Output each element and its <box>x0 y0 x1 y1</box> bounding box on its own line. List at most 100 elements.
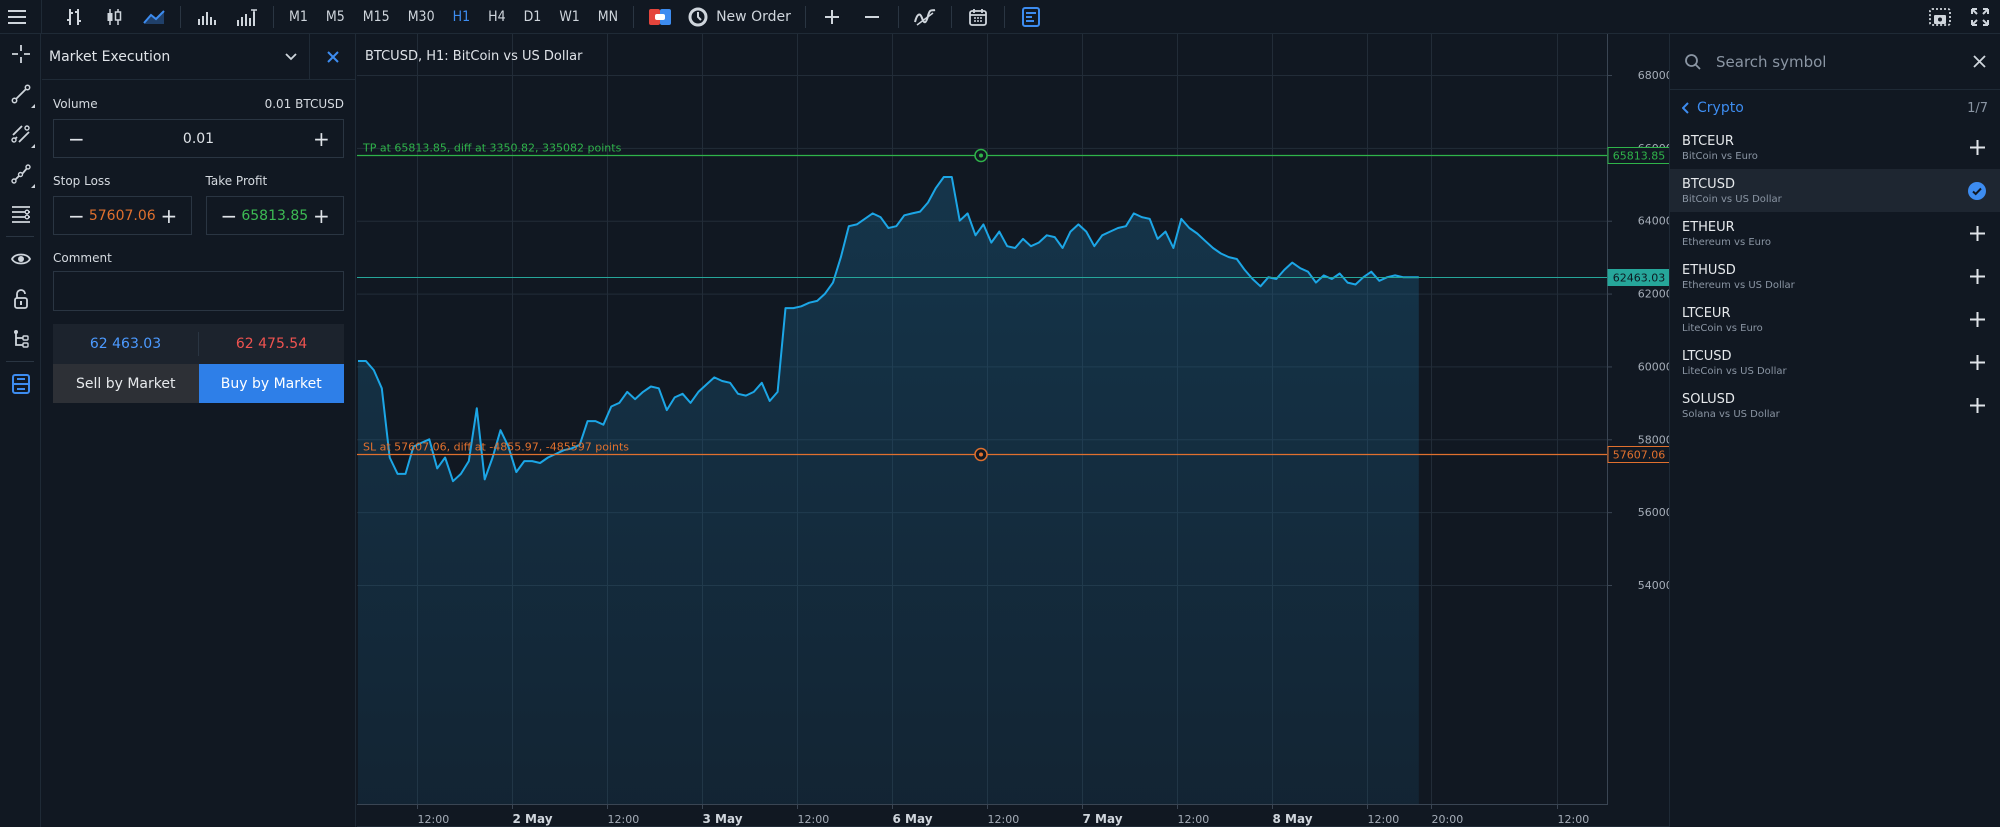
stop-loss-stepper: − 57607.06 + <box>53 196 192 235</box>
polyline-icon <box>10 164 31 184</box>
symbol-description: LiteCoin vs US Dollar <box>1682 365 1787 377</box>
symbol-list-item[interactable]: BTCUSD BitCoin vs US Dollar <box>1670 169 2000 212</box>
stop-loss-input[interactable]: 57607.06 <box>89 208 156 224</box>
symbol-name: BTCEUR <box>1682 133 1734 149</box>
new-order-button[interactable]: New Order <box>680 0 799 34</box>
stop-loss-increase-button[interactable]: + <box>161 206 178 226</box>
object-tree-button[interactable] <box>0 319 41 359</box>
volume-input[interactable]: 0.01 <box>183 131 214 147</box>
calendar-button[interactable] <box>958 0 998 34</box>
take-profit-price-tag: 65813.85 <box>1613 150 1666 163</box>
symbol-list-item[interactable]: LTCEUR LiteCoin vs Euro <box>1670 298 2000 341</box>
symbol-list-item[interactable]: ETHEUR Ethereum vs Euro <box>1670 212 2000 255</box>
timeframe-h1[interactable]: H1 <box>444 0 480 34</box>
close-icon[interactable] <box>1973 55 1986 68</box>
time-axis-label: 8 May <box>1273 812 1313 826</box>
trend-line-tool[interactable] <box>0 74 41 114</box>
zoom-in-button[interactable] <box>812 0 852 34</box>
fibonacci-tool[interactable] <box>0 194 41 234</box>
price-axis-label: 54000.00 <box>1638 579 1669 592</box>
symbol-description: Ethereum vs US Dollar <box>1682 279 1795 291</box>
trading-app: M1 M5 M15 M30 H1 H4 D1 W1 MN New Order M… <box>0 0 2000 827</box>
time-axis-label: 12:00 <box>988 813 1020 826</box>
menu-button[interactable] <box>0 0 34 34</box>
add-symbol-button[interactable] <box>1968 268 1986 286</box>
price-axis-label: 58000.00 <box>1638 433 1669 446</box>
drawing-tools-sidebar <box>0 34 41 827</box>
screenshot-button[interactable] <box>1920 0 1960 34</box>
timeframe-m15[interactable]: M15 <box>354 0 399 34</box>
symbol-list-item[interactable]: ETHUSD Ethereum vs US Dollar <box>1670 255 2000 298</box>
take-profit-handle-dot <box>979 153 983 158</box>
stop-loss-decrease-button[interactable]: − <box>68 206 85 226</box>
add-symbol-button[interactable] <box>1968 397 1986 415</box>
category-back-button[interactable]: Crypto <box>1682 100 1744 116</box>
volume-increase-button[interactable]: + <box>313 129 330 149</box>
symbol-search-input[interactable] <box>1716 52 1973 71</box>
volume-indicator-button[interactable] <box>187 0 227 34</box>
stop-loss-price-tag: 57607.06 <box>1613 449 1666 462</box>
polyline-tool[interactable] <box>0 154 41 194</box>
fullscreen-button[interactable] <box>1960 0 2000 34</box>
add-symbol-button[interactable] <box>1968 354 1986 372</box>
symbol-list-item[interactable]: BTCEUR BitCoin vs Euro <box>1670 126 2000 169</box>
add-symbol-button[interactable] <box>1968 225 1986 243</box>
execution-type-select[interactable]: Market Execution <box>42 49 273 65</box>
execution-type-dropdown[interactable] <box>273 52 309 61</box>
timeframe-m5[interactable]: M5 <box>317 0 354 34</box>
submenu-indicator <box>31 184 35 188</box>
object-tree-icon <box>13 330 29 348</box>
zoom-out-button[interactable] <box>852 0 892 34</box>
close-icon <box>326 50 339 63</box>
symbol-name: BTCUSD <box>1682 176 1735 192</box>
timeframe-h4[interactable]: H4 <box>479 0 515 34</box>
time-axis-label: 2 May <box>513 812 553 826</box>
timeframe-m1[interactable]: M1 <box>280 0 317 34</box>
line-chart-type-button[interactable] <box>134 0 174 34</box>
crosshair-tool[interactable] <box>0 34 41 74</box>
journal-button[interactable] <box>1011 0 1051 34</box>
take-profit-increase-button[interactable]: + <box>313 206 330 226</box>
stop-loss-handle-dot <box>979 452 983 457</box>
bid-price: 62 463.03 <box>89 336 162 352</box>
trade-panel-button[interactable] <box>0 364 41 404</box>
symbol-list-item[interactable]: LTCUSD LiteCoin vs US Dollar <box>1670 341 2000 384</box>
add-symbol-button[interactable] <box>1968 139 1986 157</box>
selected-check-button[interactable] <box>1968 181 1986 200</box>
timeframe-w1[interactable]: W1 <box>550 0 588 34</box>
symbol-list-item[interactable]: SOLUSD Solana vs US Dollar <box>1670 384 2000 427</box>
symbol-info: ETHEUR Ethereum vs Euro <box>1682 220 1771 248</box>
comment-input[interactable] <box>53 271 344 311</box>
price-axis-label: 56000.00 <box>1638 506 1669 519</box>
timeframe-mn[interactable]: MN <box>589 0 627 34</box>
bar-chart-type-button[interactable] <box>54 0 94 34</box>
add-symbol-button[interactable] <box>1968 311 1986 329</box>
visibility-toggle[interactable] <box>0 239 41 279</box>
volume-decrease-button[interactable]: − <box>68 129 85 149</box>
expand-icon <box>1971 7 1989 26</box>
category-label: Crypto <box>1697 100 1744 116</box>
trade-panel-icon <box>11 374 30 394</box>
sell-by-market-button[interactable]: Sell by Market <box>53 364 199 403</box>
symbol-info: ETHUSD Ethereum vs US Dollar <box>1682 263 1795 291</box>
timeframe-m30[interactable]: M30 <box>399 0 444 34</box>
indicators-button[interactable] <box>905 0 945 34</box>
channel-tool[interactable] <box>0 114 41 154</box>
buy-by-market-button[interactable]: Buy by Market <box>198 364 344 403</box>
camera-screenshot-icon <box>1929 7 1951 26</box>
tick-volume-button[interactable] <box>227 0 267 34</box>
crosshair-icon <box>11 45 30 63</box>
symbol-info: SOLUSD Solana vs US Dollar <box>1682 392 1780 420</box>
timeframe-d1[interactable]: D1 <box>515 0 551 34</box>
take-profit-input[interactable]: 65813.85 <box>241 208 308 224</box>
one-click-trading-button[interactable] <box>640 0 680 34</box>
chevron-left-icon <box>1682 102 1689 114</box>
price-chart[interactable]: TP at 65813.85, diff at 3350.82, 335082 … <box>357 34 1669 827</box>
candles-chart-type-button[interactable] <box>94 0 134 34</box>
take-profit-decrease-button[interactable]: − <box>221 206 238 226</box>
calendar-icon <box>968 8 987 26</box>
chart-canvas[interactable]: TP at 65813.85, diff at 3350.82, 335082 … <box>357 34 1669 827</box>
symbol-info: LTCUSD LiteCoin vs US Dollar <box>1682 349 1787 377</box>
lock-drawings-toggle[interactable] <box>0 279 41 319</box>
close-order-panel-button[interactable] <box>309 33 355 80</box>
